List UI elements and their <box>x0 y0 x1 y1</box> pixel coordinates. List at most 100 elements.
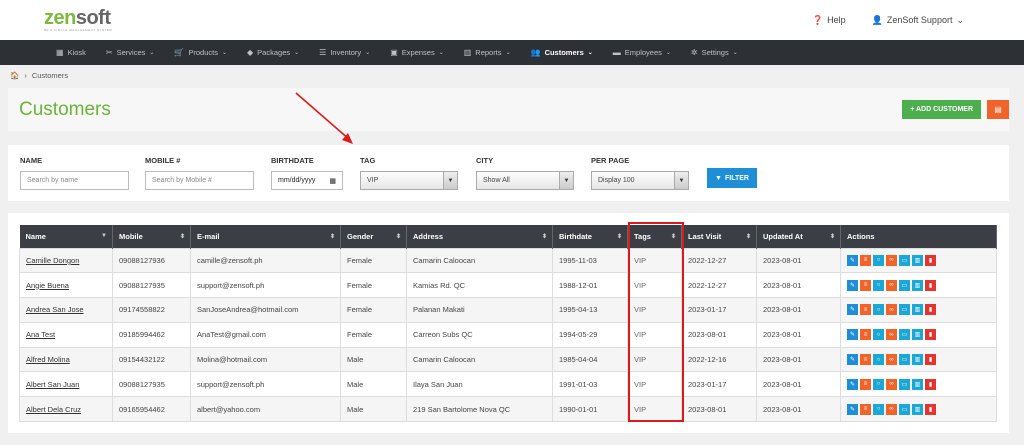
per-page-select[interactable]: Display 100 ▼ <box>591 171 689 190</box>
list-icon[interactable]: ≡ <box>860 403 871 415</box>
customer-name-link[interactable]: Andrea San Jose <box>19 297 113 323</box>
tag-select[interactable]: VIP ▼ <box>360 171 458 190</box>
trash-icon[interactable]: ▮ <box>925 304 936 316</box>
nav-item-reports[interactable]: ▥ Reports ⌄ <box>454 40 521 65</box>
circle-icon[interactable]: ○ <box>873 279 884 291</box>
nav-item-services[interactable]: ✂ Services ⌄ <box>96 40 165 65</box>
nav-item-employees[interactable]: ▬ Employees ⌄ <box>603 40 681 65</box>
circle-icon[interactable]: ○ <box>873 254 884 266</box>
customer-name-link[interactable]: Angie Buena <box>19 272 113 299</box>
mobile-search-input[interactable]: Search by Mobile # <box>145 171 254 190</box>
edit-icon[interactable]: ✎ <box>847 254 858 266</box>
table-row: Alfred Molina 09154432122 Molina@hotmail.c… <box>19 346 997 373</box>
cell-tags: VIP <box>627 321 682 348</box>
chart-icon[interactable]: ▥ <box>912 403 923 415</box>
card-icon[interactable]: ▭ <box>899 329 910 341</box>
link-icon[interactable]: ∞ <box>886 329 897 341</box>
list-icon[interactable]: ≡ <box>860 254 871 266</box>
cell-e-mail: albert@yahoo.com <box>190 396 341 423</box>
trash-icon[interactable]: ▮ <box>925 354 936 366</box>
tag-icon: ◆ <box>247 48 254 57</box>
customer-name-link[interactable]: Camille Dongon <box>19 247 113 274</box>
column-header-birthdate[interactable]: Birthdate ⬍ <box>552 225 628 248</box>
card-icon[interactable]: ▭ <box>899 254 910 266</box>
name-search-input[interactable]: Search by name <box>20 171 129 190</box>
edit-icon[interactable]: ✎ <box>847 354 858 366</box>
circle-icon[interactable]: ○ <box>873 403 884 415</box>
nav-item-kiosk[interactable]: ▦ Kiosk <box>46 40 96 65</box>
link-icon[interactable]: ∞ <box>886 403 897 415</box>
export-icon[interactable]: ▤ <box>987 100 1009 119</box>
help-link[interactable]: ❓ Help <box>812 15 846 26</box>
column-header-mobile[interactable]: Mobile ⬍ <box>112 225 191 248</box>
nav-item-inventory[interactable]: ☰ Inventory ⌄ <box>309 40 380 65</box>
card-icon[interactable]: ▭ <box>899 378 910 390</box>
sort-icon: ⬍ <box>616 234 622 240</box>
column-header-last-visit[interactable]: Last Visit ⬍ <box>681 225 757 248</box>
nav-item-settings[interactable]: ✲ Settings ⌄ <box>681 40 748 65</box>
trash-icon[interactable]: ▮ <box>925 329 936 341</box>
card-icon[interactable]: ▭ <box>899 304 910 316</box>
edit-icon[interactable]: ✎ <box>847 329 858 341</box>
nav-item-customers[interactable]: 👥 Customers ⌄ <box>521 40 603 65</box>
expenses-icon: ▣ <box>390 48 398 57</box>
edit-icon[interactable]: ✎ <box>847 304 858 316</box>
trash-icon[interactable]: ▮ <box>925 254 936 266</box>
circle-icon[interactable]: ○ <box>873 378 884 390</box>
edit-icon[interactable]: ✎ <box>847 378 858 390</box>
city-select[interactable]: Show All ▼ <box>476 171 574 190</box>
column-header-updated-at[interactable]: Updated At ⬍ <box>756 225 841 248</box>
card-icon[interactable]: ▭ <box>899 403 910 415</box>
column-header-name[interactable]: Name ▼ <box>19 225 113 248</box>
column-header-e-mail[interactable]: E-mail ⬍ <box>190 225 341 248</box>
nav-item-packages[interactable]: ◆ Packages ⌄ <box>237 40 309 65</box>
user-menu[interactable]: 👤 ZenSoft Support ⌄ <box>872 15 964 26</box>
list-icon[interactable]: ≡ <box>860 329 871 341</box>
cell-e-mail: AnaTest@gmail.com <box>190 321 341 348</box>
trash-icon[interactable]: ▮ <box>925 279 936 291</box>
nav-item-label: Kiosk <box>67 48 86 57</box>
home-icon[interactable]: 🏠 <box>10 71 19 80</box>
nav-item-products[interactable]: 🛒 Products ⌄ <box>164 40 237 65</box>
link-icon[interactable]: ∞ <box>886 304 897 316</box>
circle-icon[interactable]: ○ <box>873 329 884 341</box>
trash-icon[interactable]: ▮ <box>925 403 936 415</box>
list-icon[interactable]: ≡ <box>860 279 871 291</box>
list-icon[interactable]: ≡ <box>860 378 871 390</box>
chart-icon[interactable]: ▥ <box>912 279 923 291</box>
link-icon[interactable]: ∞ <box>886 254 897 266</box>
edit-icon[interactable]: ✎ <box>847 403 858 415</box>
link-icon[interactable]: ∞ <box>886 354 897 366</box>
list-icon[interactable]: ≡ <box>860 354 871 366</box>
column-header-gender[interactable]: Gender ⬍ <box>340 225 407 248</box>
card-icon[interactable]: ▭ <box>899 354 910 366</box>
filter-button[interactable]: ▼ FILTER <box>707 168 757 188</box>
edit-icon[interactable]: ✎ <box>847 279 858 291</box>
brand-logo[interactable]: zensoft BE A CIRCLE MANAGEMENT SYSTEM <box>44 8 112 32</box>
customer-name-link[interactable]: Alfred Molina <box>19 346 113 373</box>
nav-item-expenses[interactable]: ▣ Expenses ⌄ <box>380 40 454 65</box>
column-header-tags[interactable]: Tags ⬍ <box>627 225 682 248</box>
column-header-address[interactable]: Address ⬍ <box>406 225 553 248</box>
nav-item-label: Inventory <box>330 48 362 57</box>
list-icon[interactable]: ≡ <box>860 304 871 316</box>
link-icon[interactable]: ∞ <box>886 378 897 390</box>
add-customer-button[interactable]: + ADD CUSTOMER <box>902 100 981 119</box>
trash-icon[interactable]: ▮ <box>925 378 936 390</box>
card-icon[interactable]: ▭ <box>899 279 910 291</box>
chart-icon[interactable]: ▥ <box>912 378 923 390</box>
chart-icon[interactable]: ▥ <box>912 329 923 341</box>
chart-icon[interactable]: ▥ <box>912 304 923 316</box>
chart-icon[interactable]: ▥ <box>912 254 923 266</box>
chart-icon[interactable]: ▥ <box>912 354 923 366</box>
link-icon[interactable]: ∞ <box>886 279 897 291</box>
customer-name-link[interactable]: Albert San Juan <box>19 371 113 398</box>
customer-name-link[interactable]: Ana Test <box>19 321 113 348</box>
calendar-icon[interactable]: ▦ <box>329 177 336 185</box>
birthdate-input[interactable]: mm/dd/yyyy ▦ <box>271 171 343 190</box>
cell-updated-at: 2023-08-01 <box>756 371 841 398</box>
nav-item-label: Reports <box>475 48 502 57</box>
circle-icon[interactable]: ○ <box>873 354 884 366</box>
customer-name-link[interactable]: Albert Dela Cruz <box>19 396 113 423</box>
circle-icon[interactable]: ○ <box>873 304 884 316</box>
